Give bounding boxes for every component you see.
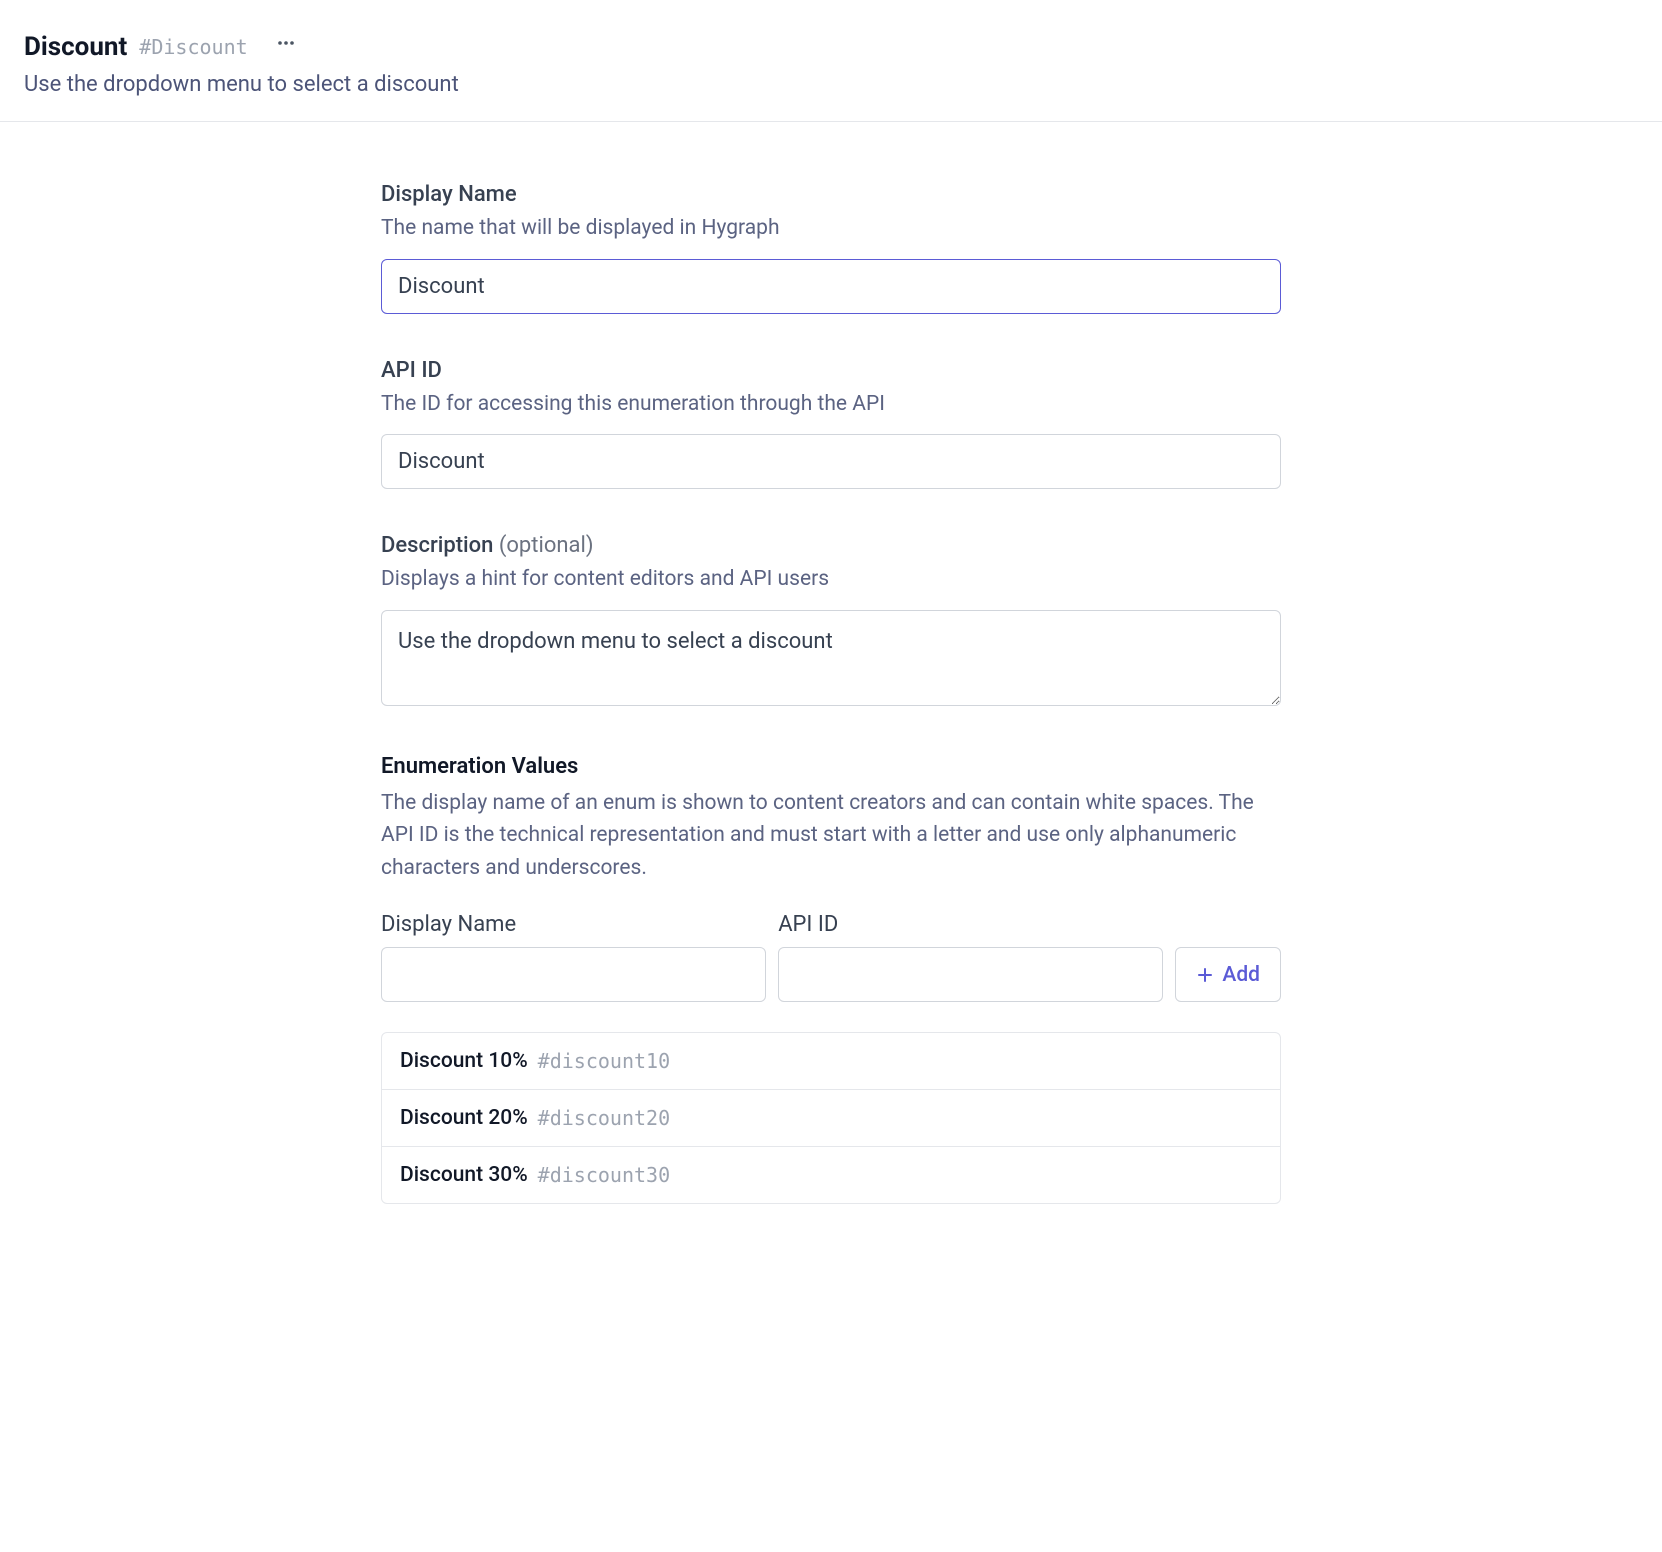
page-header: Discount #Discount Use the dropdown menu… xyxy=(0,0,1662,122)
form-container: Display Name The name that will be displ… xyxy=(381,122,1281,1244)
enum-api-id-col-label: API ID xyxy=(778,912,1163,937)
add-enum-value-button[interactable]: Add xyxy=(1175,947,1281,1002)
api-id-label: API ID xyxy=(381,358,1281,383)
page-api-id-tag: #Discount xyxy=(139,35,247,59)
add-button-label: Add xyxy=(1222,963,1260,987)
enum-value-display-name: Discount 20% xyxy=(400,1106,528,1130)
description-optional-text: (optional) xyxy=(499,533,594,558)
enum-api-id-input[interactable] xyxy=(778,947,1163,1002)
enum-value-row[interactable]: Discount 20% #discount20 xyxy=(382,1090,1280,1147)
enum-display-name-input[interactable] xyxy=(381,947,766,1002)
plus-icon xyxy=(1196,966,1214,984)
enum-value-api-id-tag: #discount30 xyxy=(538,1163,670,1187)
description-textarea[interactable] xyxy=(381,610,1281,706)
api-id-group: API ID The ID for accessing this enumera… xyxy=(381,358,1281,490)
enum-value-api-id-tag: #discount10 xyxy=(538,1049,670,1073)
enum-value-display-name: Discount 30% xyxy=(400,1163,528,1187)
display-name-input[interactable] xyxy=(381,259,1281,314)
more-options-icon[interactable] xyxy=(272,29,300,57)
api-id-input[interactable] xyxy=(381,434,1281,489)
display-name-hint: The name that will be displayed in Hygra… xyxy=(381,213,1281,245)
enum-section-hint: The display name of an enum is shown to … xyxy=(381,787,1281,885)
api-id-hint: The ID for accessing this enumeration th… xyxy=(381,389,1281,421)
description-hint: Displays a hint for content editors and … xyxy=(381,564,1281,596)
enum-inputs-row: Display Name API ID Add xyxy=(381,912,1281,1002)
description-label-text: Description xyxy=(381,533,493,558)
enum-values-list: Discount 10% #discount10 Discount 20% #d… xyxy=(381,1032,1281,1204)
page-title: Discount xyxy=(24,32,127,62)
enum-display-name-col-label: Display Name xyxy=(381,912,766,937)
enum-value-display-name: Discount 10% xyxy=(400,1049,528,1073)
page-subtitle: Use the dropdown menu to select a discou… xyxy=(24,72,1638,97)
display-name-group: Display Name The name that will be displ… xyxy=(381,182,1281,314)
enum-values-section: Enumeration Values The display name of a… xyxy=(381,754,1281,1205)
description-label: Description (optional) xyxy=(381,533,1281,558)
enum-section-title: Enumeration Values xyxy=(381,754,1281,779)
enum-value-api-id-tag: #discount20 xyxy=(538,1106,670,1130)
display-name-label: Display Name xyxy=(381,182,1281,207)
description-group: Description (optional) Displays a hint f… xyxy=(381,533,1281,710)
enum-value-row[interactable]: Discount 10% #discount10 xyxy=(382,1033,1280,1090)
enum-value-row[interactable]: Discount 30% #discount30 xyxy=(382,1147,1280,1203)
